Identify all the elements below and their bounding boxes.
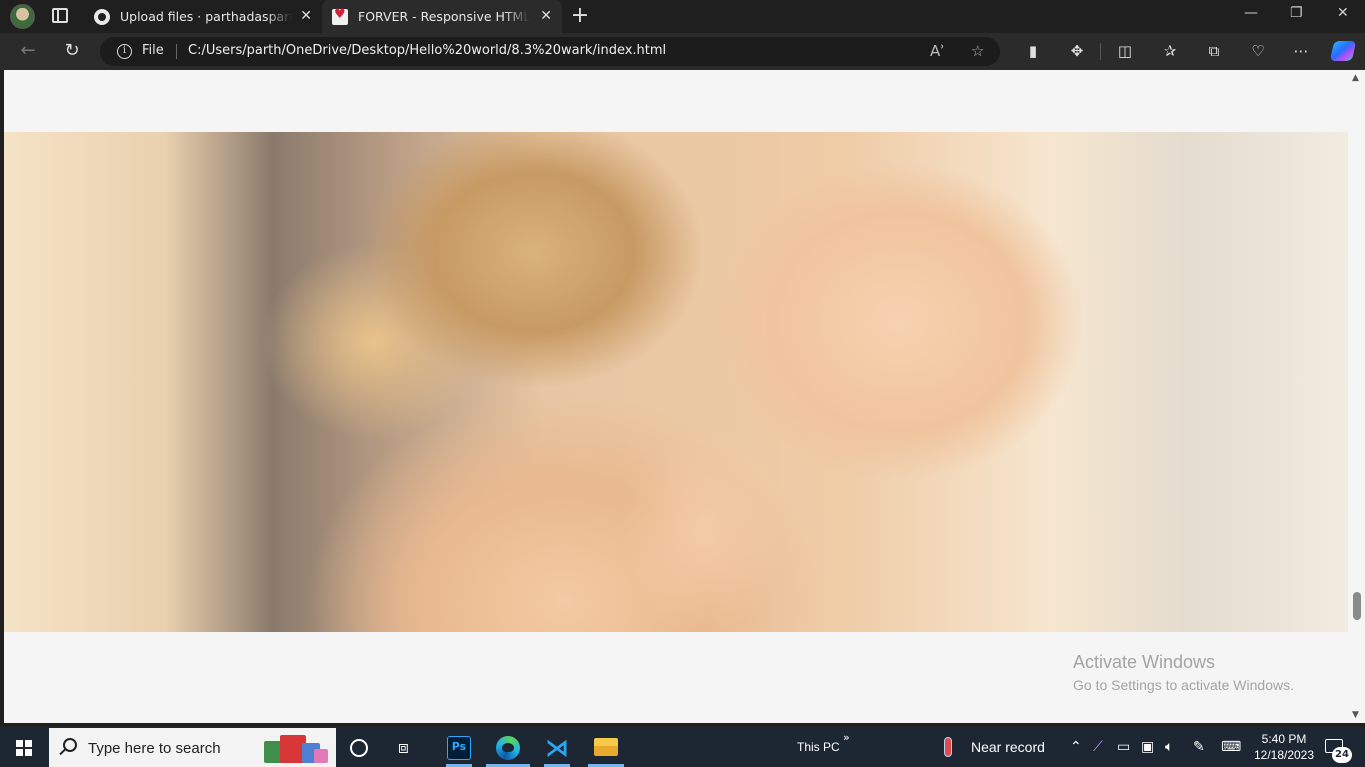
photoshop-icon[interactable]: Ps <box>447 736 471 760</box>
keyboard-icon[interactable]: ⌨ <box>1221 739 1241 755</box>
search-icon <box>63 738 77 752</box>
info-icon[interactable]: i <box>117 44 132 59</box>
refresh-icon[interactable]: ↻ <box>60 40 84 62</box>
pen-menu-icon[interactable]: ✎ <box>1193 739 1205 755</box>
page-scrollbar[interactable]: ▲ ▼ <box>1348 70 1365 723</box>
url-text[interactable]: C:/Users/parth/OneDrive/Desktop/Hello%20… <box>188 43 666 58</box>
minimize-button[interactable]: — <box>1244 5 1258 21</box>
vscode-icon[interactable]: ⋊ <box>545 736 569 760</box>
cortana-icon[interactable] <box>350 739 368 757</box>
clock-time: 5:40 PM <box>1261 732 1307 746</box>
address-bar[interactable]: i File C:/Users/parth/OneDrive/Desktop/H… <box>100 37 1000 66</box>
clock-date: 12/18/2023 <box>1253 748 1315 762</box>
task-view-icon[interactable]: ⧈ <box>398 736 422 760</box>
system-clock[interactable]: 5:40 PM 12/18/2023 <box>1250 731 1318 763</box>
weather-thermometer-icon[interactable] <box>944 737 952 757</box>
favorites-icon[interactable]: ✰ <box>1160 41 1180 61</box>
watermark-subtitle: Go to Settings to activate Windows. <box>1073 677 1294 693</box>
chevron-up-icon[interactable]: ⌃ <box>1070 739 1082 755</box>
pen-tray-icon[interactable]: ⟋ <box>1093 739 1103 755</box>
windows-start-icon[interactable] <box>16 740 32 756</box>
extensions-icon[interactable]: ✥ <box>1067 41 1087 61</box>
network-icon[interactable]: ▣ <box>1141 739 1154 755</box>
copilot-icon[interactable] <box>1329 41 1357 61</box>
scrollbar-thumb[interactable] <box>1353 592 1361 620</box>
new-tab-button[interactable]: + <box>568 3 592 29</box>
divider <box>176 44 177 59</box>
github-icon <box>94 8 110 25</box>
favorite-star-icon[interactable]: ☆ <box>971 42 984 60</box>
gift-boxes-icon[interactable] <box>264 733 330 763</box>
split-screen-icon[interactable]: ◫ <box>1115 41 1135 61</box>
tab-upload-files[interactable]: Upload files · parthadasparthiv/8.3-wark… <box>84 0 322 33</box>
taskbar-search-box[interactable]: Type here to search <box>49 728 336 767</box>
browser-tab-bar: Upload files · parthadasparthiv/8.3-wark… <box>0 0 1365 33</box>
tab-title: FORVER - Responsive HTML Wedding Templat… <box>358 9 530 24</box>
collections-icon[interactable]: ⧉ <box>1204 41 1224 61</box>
volume-icon[interactable]: 🔈︎ <box>1165 739 1173 755</box>
divider <box>1100 43 1101 60</box>
read-aloud-icon[interactable]: Aʾ <box>930 42 945 60</box>
profile-avatar[interactable] <box>10 4 35 29</box>
file-explorer-icon[interactable] <box>594 738 618 756</box>
reader-icon[interactable]: ▮ <box>1023 41 1043 61</box>
tab-forver[interactable]: FORVER - Responsive HTML Wedding Templat… <box>322 0 562 33</box>
battery-icon[interactable]: ▭ <box>1117 739 1130 755</box>
scheme-label: File <box>142 43 164 58</box>
restore-button[interactable]: ❐ <box>1290 5 1303 21</box>
heart-icon <box>332 7 348 25</box>
tab-title: Upload files · parthadasparthiv/8.3-wark <box>120 9 292 24</box>
chevron-right-icon[interactable]: » <box>843 731 850 744</box>
edge-icon[interactable] <box>496 736 520 760</box>
close-icon[interactable]: ✕ <box>540 8 552 24</box>
more-menu-icon[interactable]: ⋯ <box>1291 41 1311 61</box>
weather-status[interactable]: Near record <box>971 739 1045 755</box>
tab-actions-icon[interactable] <box>52 8 68 23</box>
this-pc-toolbar[interactable]: This PC <box>797 740 840 754</box>
browser-essentials-icon[interactable]: ♡ <box>1248 41 1268 61</box>
hero-image <box>4 132 1348 632</box>
activate-windows-watermark: Activate Windows Go to Settings to activ… <box>1073 652 1294 693</box>
scroll-down-icon[interactable]: ▼ <box>1352 710 1359 720</box>
close-icon[interactable]: ✕ <box>300 8 312 24</box>
windows-taskbar: Type here to search ⧈ Ps ⋊ This PC » Nea… <box>0 727 1365 767</box>
page-viewport: Activate Windows Go to Settings to activ… <box>4 70 1348 723</box>
scroll-up-icon[interactable]: ▲ <box>1352 73 1359 83</box>
watermark-title: Activate Windows <box>1073 652 1216 672</box>
close-window-button[interactable]: ✕ <box>1337 5 1349 21</box>
search-placeholder: Type here to search <box>88 740 221 757</box>
browser-toolbar: ← ↻ i File C:/Users/parth/OneDrive/Deskt… <box>0 33 1365 70</box>
notification-count-badge: 24 <box>1332 747 1352 763</box>
back-icon[interactable]: ← <box>16 40 40 62</box>
